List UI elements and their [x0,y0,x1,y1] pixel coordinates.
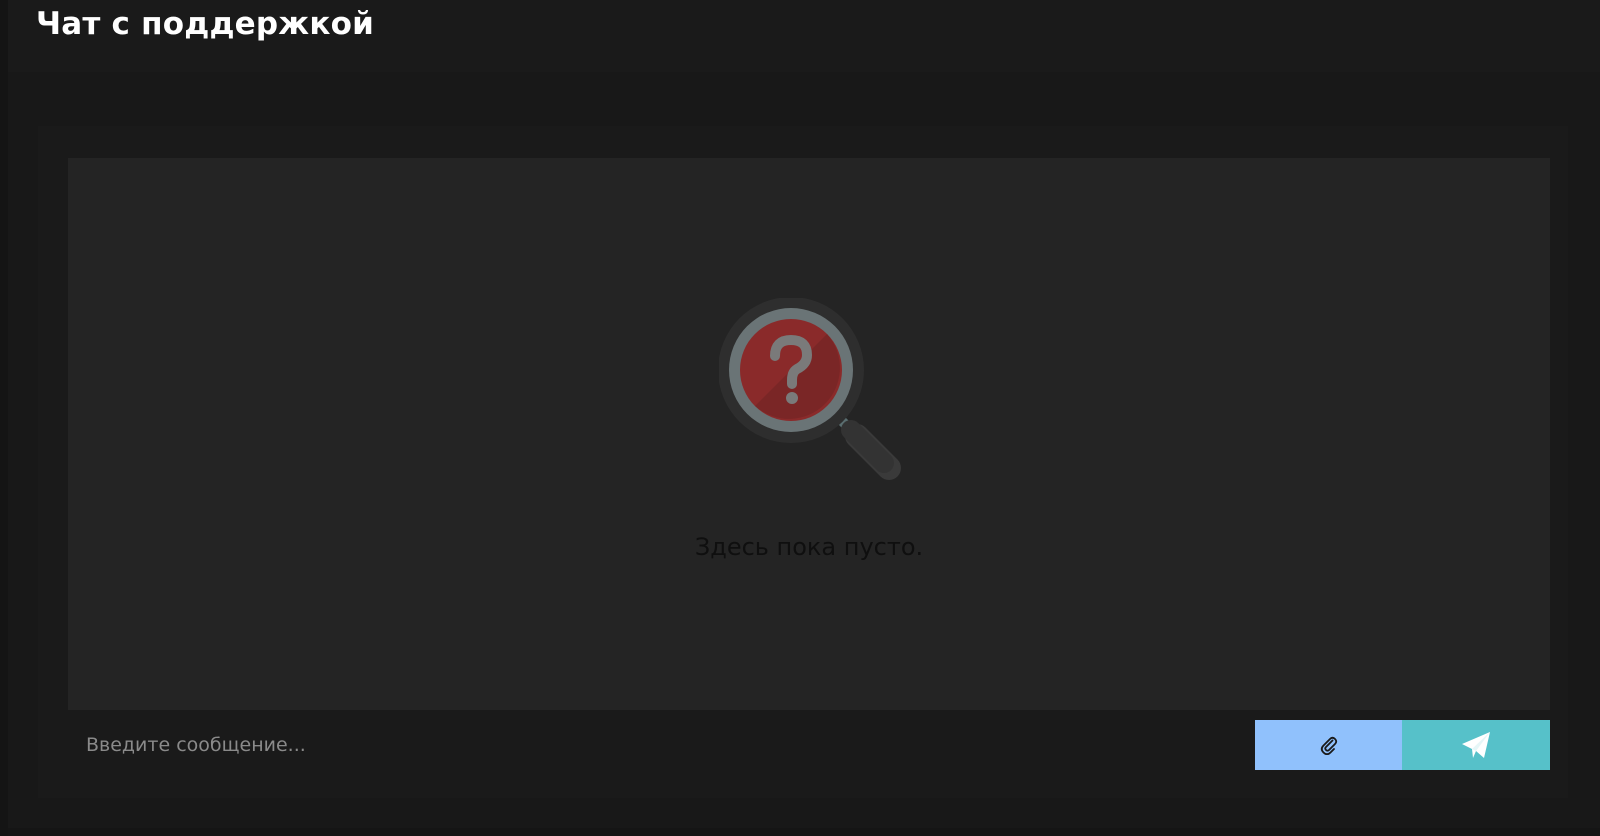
page-title: Чат с поддержкой [36,6,375,42]
messages-area[interactable]: Здесь пока пусто. [68,158,1550,710]
message-composer [68,720,1550,770]
message-input[interactable] [68,720,1248,770]
paperclip-icon [1320,736,1337,755]
page-header: Чат с поддержкой [8,0,1600,72]
paper-plane-icon [1462,732,1490,758]
support-chat-app: Чат с поддержкой Здесь пока пусто. Введи… [0,0,1600,836]
left-edge-divider [0,0,8,836]
magnifier-question-icon [719,298,901,480]
empty-state-text: Здесь пока пусто. [694,533,924,561]
attach-button[interactable] [1255,720,1402,770]
empty-state: Здесь пока пусто. [68,158,1550,710]
send-button[interactable] [1402,720,1550,770]
